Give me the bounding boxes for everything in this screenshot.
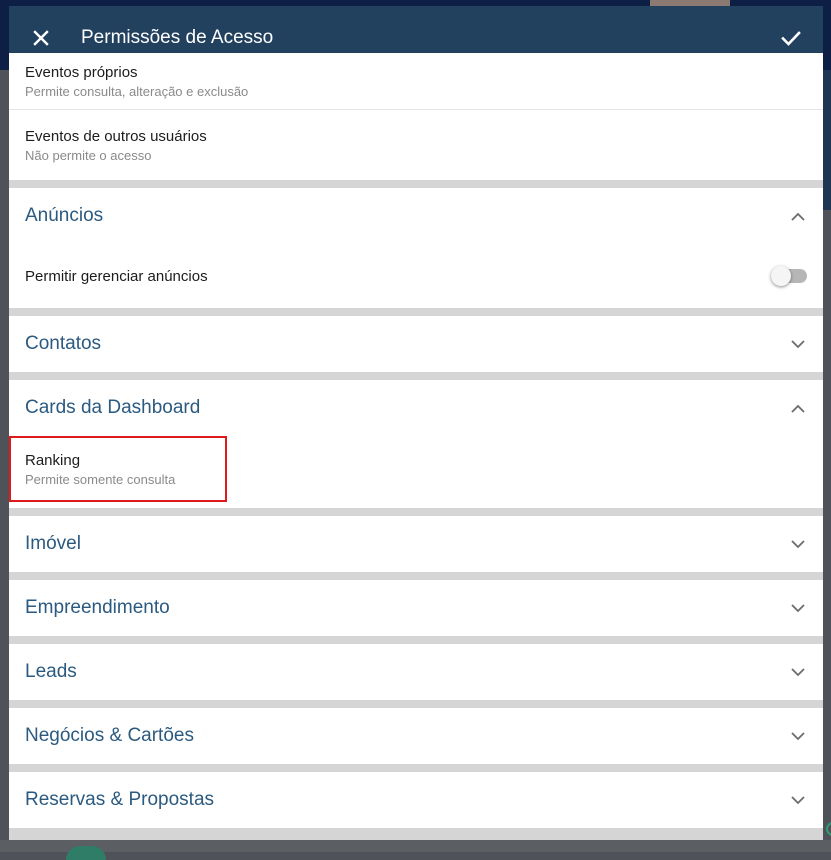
permission-item-subtitle: Não permite o acesso <box>25 147 152 163</box>
manage-ads-toggle[interactable] <box>771 266 807 286</box>
section-gap <box>9 180 823 188</box>
section-gap <box>9 372 823 380</box>
background-fab <box>66 846 106 860</box>
section-header-negocios[interactable]: Negócios & Cartões <box>9 708 823 764</box>
chevron-down-icon <box>789 535 807 553</box>
section-anuncios: Anúncios Permitir gerenciar anúncios <box>9 188 823 308</box>
chevron-down-icon <box>789 663 807 681</box>
section-reservas: Reservas & Propostas <box>9 772 823 828</box>
section-title: Contatos <box>25 333 102 354</box>
permissions-list: Eventos próprios Permite consulta, alter… <box>9 53 823 828</box>
permission-item-subtitle: Permite consulta, alteração e exclusão <box>25 83 249 99</box>
permission-item-own-events[interactable]: Eventos próprios Permite consulta, alter… <box>9 53 823 109</box>
section-title: Anúncios <box>25 205 104 226</box>
section-gap <box>9 308 823 316</box>
chevron-down-icon <box>789 599 807 617</box>
section-gap <box>9 572 823 580</box>
section-title: Cards da Dashboard <box>25 397 201 418</box>
section-title: Leads <box>25 661 77 682</box>
section-gap <box>9 636 823 644</box>
section-leads: Leads <box>9 644 823 700</box>
section-header-contatos[interactable]: Contatos <box>9 316 823 372</box>
section-imovel: Imóvel <box>9 516 823 572</box>
permission-item-title: Ranking <box>25 451 81 469</box>
section-title: Empreendimento <box>25 597 170 618</box>
section-contatos: Contatos <box>9 316 823 372</box>
section-title: Imóvel <box>25 533 81 554</box>
section-title: Negócios & Cartões <box>25 725 194 746</box>
permission-item-title: Eventos próprios <box>25 63 138 81</box>
permission-item-ranking[interactable]: Ranking Permite somente consulta <box>9 436 227 502</box>
section-gap <box>9 508 823 516</box>
section-header-empreendimento[interactable]: Empreendimento <box>9 580 823 636</box>
chevron-down-icon <box>789 727 807 745</box>
permissions-dialog: Permissões de Acesso Eventos próprios Pe… <box>9 6 823 840</box>
permission-item-subtitle: Permite somente consulta <box>25 471 176 487</box>
chevron-up-icon <box>789 207 807 225</box>
section-header-reservas[interactable]: Reservas & Propostas <box>9 772 823 828</box>
chevron-down-icon <box>789 791 807 809</box>
section-header-anuncios[interactable]: Anúncios <box>9 188 823 244</box>
toggle-thumb <box>771 266 791 286</box>
section-header-leads[interactable]: Leads <box>9 644 823 700</box>
section-dashboard: Cards da Dashboard Ranking Permite somen… <box>9 380 823 508</box>
section-header-dashboard[interactable]: Cards da Dashboard <box>9 380 823 436</box>
permission-item-title: Eventos de outros usuários <box>25 127 207 145</box>
permission-item-other-events[interactable]: Eventos de outros usuários Não permite o… <box>9 110 823 180</box>
close-icon <box>33 29 49 46</box>
check-icon <box>781 30 801 46</box>
section-header-imovel[interactable]: Imóvel <box>9 516 823 572</box>
section-negocios: Negócios & Cartões <box>9 708 823 764</box>
background-panel <box>823 70 831 210</box>
ranking-row: Ranking Permite somente consulta <box>9 436 823 508</box>
toggle-row-anuncios: Permitir gerenciar anúncios <box>9 244 823 308</box>
chevron-down-icon <box>789 335 807 353</box>
background-status-dot <box>826 822 831 836</box>
dialog-title: Permissões de Acesso <box>81 26 274 48</box>
section-gap <box>9 764 823 772</box>
events-card: Eventos próprios Permite consulta, alter… <box>9 53 823 180</box>
section-gap <box>9 700 823 708</box>
toggle-label: Permitir gerenciar anúncios <box>25 267 208 285</box>
chevron-up-icon <box>789 399 807 417</box>
section-empreendimento: Empreendimento <box>9 580 823 636</box>
section-title: Reservas & Propostas <box>25 789 215 810</box>
background-footer <box>0 840 831 852</box>
